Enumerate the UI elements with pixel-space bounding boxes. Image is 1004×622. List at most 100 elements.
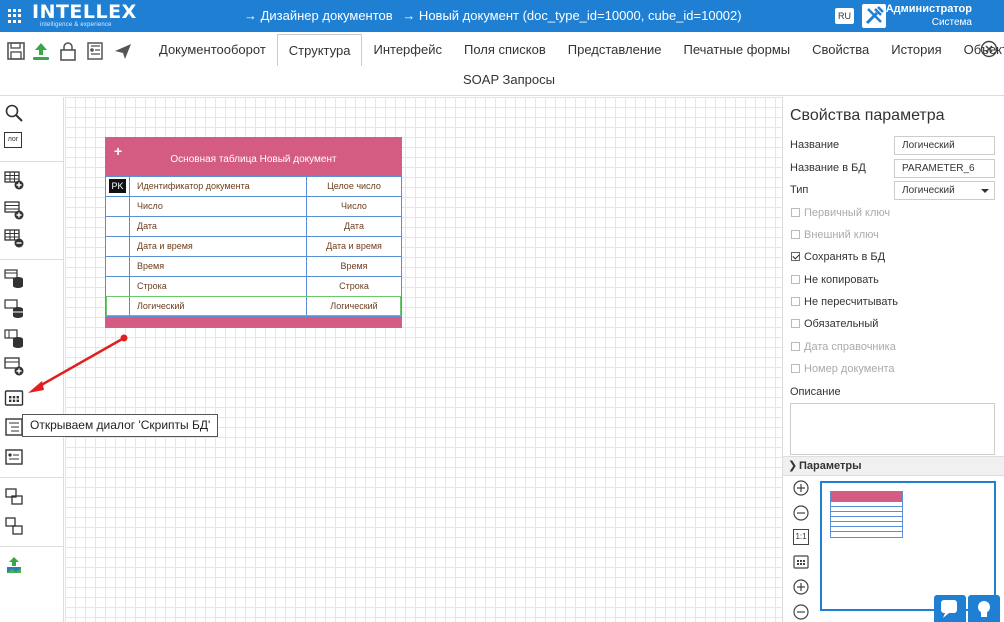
- save-icon[interactable]: [5, 40, 27, 62]
- zoom-in-icon[interactable]: [793, 579, 809, 595]
- zoom-in-icon[interactable]: [793, 480, 809, 496]
- form-card-icon[interactable]: [4, 447, 24, 467]
- close-icon[interactable]: [980, 40, 998, 58]
- checkbox-required[interactable]: Обязательный: [791, 318, 878, 330]
- database-table-icon[interactable]: [4, 268, 24, 288]
- chat-icon: [941, 600, 957, 618]
- user-name: Администратор: [885, 3, 972, 15]
- search-icon[interactable]: [4, 103, 24, 123]
- field-name: Дата и время: [130, 237, 307, 256]
- table-header[interactable]: + Основная таблица Новый документ: [106, 138, 401, 176]
- field-name: Дата: [130, 217, 307, 236]
- description-label: Описание: [790, 386, 841, 398]
- lock-icon[interactable]: [57, 40, 79, 62]
- user-info[interactable]: Администратор Система: [886, 3, 972, 29]
- field-type: Дата и время: [326, 241, 382, 251]
- checkbox[interactable]: [791, 319, 800, 328]
- publish-icon[interactable]: [30, 40, 52, 62]
- checkbox-label: Не пересчитывать: [804, 296, 898, 308]
- field-name: Логический: [130, 297, 307, 316]
- export-image-icon[interactable]: [4, 555, 24, 575]
- add-table-icon[interactable]: [4, 170, 24, 190]
- checkbox-label: Внешний ключ: [804, 229, 879, 241]
- checkbox-primary-key[interactable]: Первичный ключ: [791, 207, 890, 219]
- admin-tools-icon[interactable]: [862, 4, 886, 28]
- tab-history[interactable]: История: [880, 34, 952, 66]
- breadcrumb: → Дизайнер документов → Новый документ (…: [244, 8, 748, 23]
- checkbox-save-in-db[interactable]: Сохранять в БД: [791, 251, 885, 263]
- name-label: Название: [790, 139, 840, 151]
- table-row[interactable]: PK Идентификатор документа Целое число: [106, 176, 401, 196]
- tab-workflow[interactable]: Документооборот: [148, 34, 277, 66]
- checkbox-foreign-key[interactable]: Внешний ключ: [791, 229, 879, 241]
- checkbox-doc-number[interactable]: Номер документа: [791, 363, 895, 375]
- database-edit-icon[interactable]: [4, 328, 24, 348]
- chevron-right-icon: ❯: [788, 460, 798, 472]
- checkbox-checked[interactable]: [791, 252, 800, 261]
- logo-tagline: intelligence & experience: [40, 22, 112, 28]
- log-button[interactable]: лог: [4, 132, 22, 148]
- send-icon[interactable]: [112, 40, 134, 62]
- checkbox[interactable]: [791, 275, 800, 284]
- link-copy-icon[interactable]: [4, 516, 24, 536]
- tab-print-forms[interactable]: Печатные формы: [673, 34, 802, 66]
- table-row[interactable]: Время Время: [106, 256, 401, 276]
- language-switch[interactable]: RU: [835, 8, 854, 24]
- tab-structure[interactable]: Структура: [276, 34, 363, 66]
- description-field[interactable]: [790, 403, 995, 455]
- db-scripts-icon[interactable]: [4, 388, 24, 408]
- checkbox-reference-date[interactable]: Дата справочника: [791, 341, 896, 353]
- intellex-logo[interactable]: INTELLEX intelligence & experience: [32, 1, 137, 29]
- structure-canvas[interactable]: + Основная таблица Новый документ PK Иде…: [65, 97, 782, 622]
- separator: [0, 161, 64, 162]
- checkbox-no-recalc[interactable]: Не пересчитывать: [791, 296, 898, 308]
- add-record-icon[interactable]: [4, 356, 24, 376]
- type-select[interactable]: Логический: [894, 181, 995, 200]
- db-name-field[interactable]: PARAMETER_6: [894, 159, 995, 178]
- apps-grid-icon[interactable]: [8, 9, 22, 23]
- copy-icon[interactable]: [4, 487, 24, 507]
- main-table[interactable]: + Основная таблица Новый документ PK Иде…: [105, 137, 402, 328]
- tab-view[interactable]: Представление: [557, 34, 673, 66]
- checkbox[interactable]: [791, 364, 800, 373]
- parameters-section[interactable]: ❯ Параметры: [783, 456, 1004, 476]
- checkbox[interactable]: [791, 208, 800, 217]
- checkbox[interactable]: [791, 230, 800, 239]
- field-type: Логический: [330, 301, 378, 311]
- database-stack-icon[interactable]: [4, 298, 24, 318]
- checkbox-no-copy[interactable]: Не копировать: [791, 274, 879, 286]
- table-row[interactable]: Строка Строка: [106, 276, 401, 296]
- table-row-selected[interactable]: Логический Логический: [106, 296, 401, 316]
- checkbox[interactable]: [791, 297, 800, 306]
- tab-properties[interactable]: Свойства: [801, 34, 880, 66]
- field-name: Строка: [130, 277, 307, 296]
- top-bar: INTELLEX intelligence & experience → Диз…: [0, 0, 1004, 32]
- logo-name: INTELLEX: [32, 1, 137, 23]
- form-preview-icon[interactable]: [84, 40, 106, 62]
- list-view-icon[interactable]: [4, 417, 24, 437]
- zoom-out-icon[interactable]: [793, 505, 809, 521]
- zoom-reset-button[interactable]: 1:1: [793, 529, 809, 545]
- fit-grid-icon[interactable]: [793, 554, 809, 570]
- table-row[interactable]: Дата и время Дата и время: [106, 236, 401, 256]
- zoom-out-icon[interactable]: [793, 604, 809, 620]
- name-field[interactable]: Логический: [894, 136, 995, 155]
- tab-interface[interactable]: Интерфейс: [362, 34, 452, 66]
- table-row[interactable]: Число Число: [106, 196, 401, 216]
- table-row[interactable]: Дата Дата: [106, 216, 401, 236]
- db-name-label: Название в БД: [790, 162, 866, 174]
- checkbox-label: Сохранять в БД: [804, 251, 886, 263]
- tab-soap-requests[interactable]: SOAP Запросы: [452, 72, 566, 87]
- chat-button[interactable]: [934, 595, 966, 622]
- remove-table-icon[interactable]: [4, 228, 24, 248]
- checkbox-label: Не копировать: [804, 274, 879, 286]
- tab-list-fields[interactable]: Поля списков: [453, 34, 557, 66]
- minimap[interactable]: [820, 481, 996, 611]
- checkbox-label: Дата справочника: [804, 341, 896, 353]
- tips-button[interactable]: [968, 595, 1000, 622]
- add-row-icon[interactable]: [4, 200, 24, 220]
- checkbox-label: Номер документа: [804, 363, 895, 375]
- breadcrumb-designer[interactable]: → Дизайнер документов: [244, 8, 393, 23]
- checkbox[interactable]: [791, 342, 800, 351]
- add-field-icon[interactable]: +: [114, 144, 122, 158]
